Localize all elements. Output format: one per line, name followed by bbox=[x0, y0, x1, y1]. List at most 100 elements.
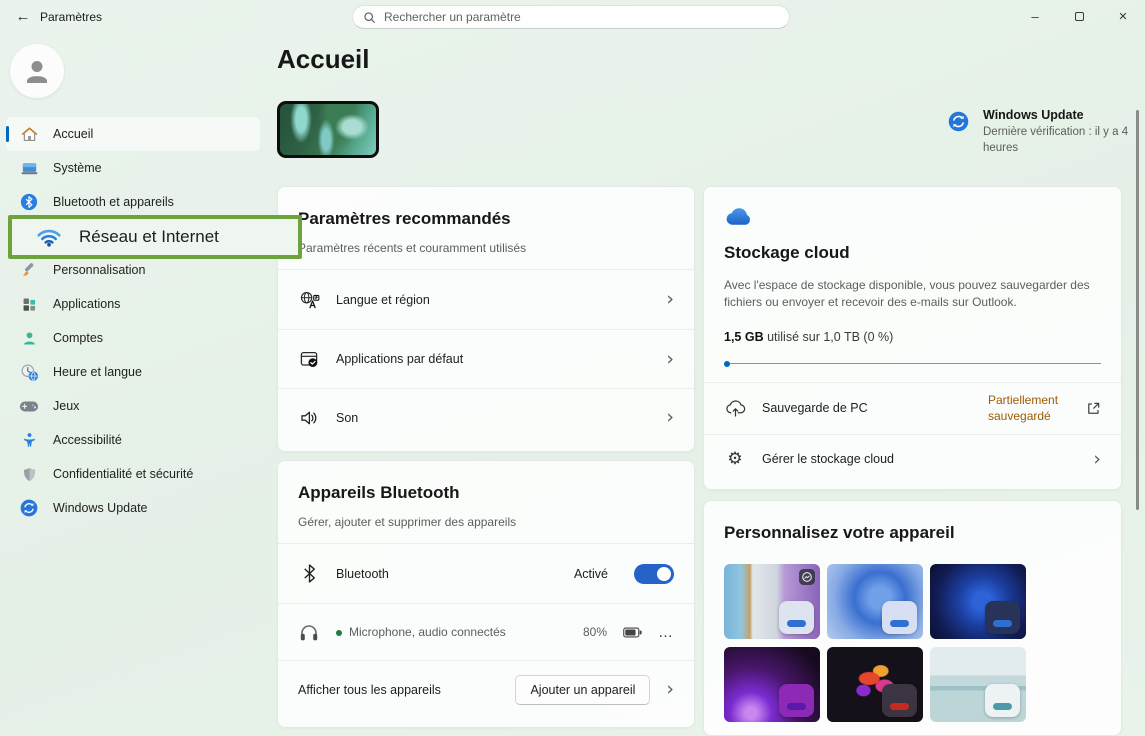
sound-icon bbox=[298, 407, 320, 429]
search-input[interactable] bbox=[384, 10, 779, 24]
sidebar-item-heure-et-langue[interactable]: Heure et langue bbox=[6, 355, 260, 389]
sidebar-item-comptes[interactable]: Comptes bbox=[6, 321, 260, 355]
headphones-icon bbox=[298, 621, 320, 643]
windows-update-icon bbox=[19, 498, 39, 518]
theme-thumbnail-light-landscape[interactable] bbox=[930, 647, 1026, 722]
home-icon bbox=[19, 124, 39, 144]
close-button[interactable]: × bbox=[1101, 0, 1145, 32]
accent-pill bbox=[787, 620, 806, 627]
minimize-button[interactable]: – bbox=[1013, 0, 1057, 32]
connected-status-dot bbox=[336, 630, 342, 636]
pc-backup-row[interactable]: Sauvegarde de PC Partiellement sauvegard… bbox=[704, 382, 1121, 434]
battery-icon bbox=[623, 627, 642, 638]
theme-thumbnail-bloom-dark[interactable] bbox=[930, 564, 1026, 639]
theme-thumbnail-spotlight-blossom[interactable] bbox=[724, 564, 820, 639]
device-wallpaper-thumbnail bbox=[277, 101, 379, 158]
accent-pill bbox=[890, 703, 909, 710]
apps-icon bbox=[19, 294, 39, 314]
cloud-description: Avec l'espace de stockage disponible, vo… bbox=[724, 277, 1106, 312]
sidebar-item-windows-update[interactable]: Windows Update bbox=[6, 491, 260, 525]
bluetooth-toggle[interactable] bbox=[634, 564, 674, 584]
update-status-title: Windows Update bbox=[983, 108, 1133, 122]
sidebar-item-confidentialite-et-securite[interactable]: Confidentialité et sécurité bbox=[6, 457, 260, 491]
bluetooth-icon bbox=[298, 563, 320, 585]
sidebar-item-applications[interactable]: Applications bbox=[6, 287, 260, 321]
person-icon bbox=[22, 56, 52, 86]
cloud-icon bbox=[724, 207, 1101, 227]
theme-grid bbox=[724, 564, 1026, 722]
windows-update-icon bbox=[948, 111, 969, 156]
accent-pill bbox=[890, 620, 909, 627]
sidebar-item-accueil[interactable]: Accueil bbox=[6, 117, 260, 151]
annotation-label: Réseau et Internet bbox=[79, 227, 219, 247]
accent-pill bbox=[993, 620, 1012, 627]
windows-update-status[interactable]: Windows Update Dernière vérification : i… bbox=[948, 108, 1134, 156]
theme-thumbnail-purple-glow[interactable] bbox=[724, 647, 820, 722]
accent-pill bbox=[993, 703, 1012, 710]
chevron-right-icon: › bbox=[666, 408, 674, 427]
bluetooth-icon bbox=[19, 192, 39, 212]
theme-preview-card bbox=[779, 601, 814, 634]
personalize-device-card: Personnalisez votre appareil bbox=[703, 500, 1122, 736]
sidebar-item-systeme[interactable]: Système bbox=[6, 151, 260, 185]
storage-progress-bar bbox=[724, 361, 1103, 367]
show-all-devices-link[interactable]: Afficher tous les appareils bbox=[298, 683, 499, 697]
chevron-right-icon: › bbox=[666, 290, 674, 309]
devices-footer-row: Afficher tous les appareils Ajouter un a… bbox=[278, 660, 694, 718]
search-box[interactable] bbox=[352, 5, 790, 29]
storage-usage: 1,5 GB utilisé sur 1,0 TB (0 %) bbox=[724, 330, 1101, 344]
vertical-scrollbar[interactable] bbox=[1136, 110, 1139, 510]
sidebar-item-bluetooth-et-appareils[interactable]: Bluetooth et appareils bbox=[6, 185, 260, 219]
bluetooth-devices-card: Appareils Bluetooth Gérer, ajouter et su… bbox=[277, 460, 695, 728]
toggle-state-label: Activé bbox=[574, 567, 608, 581]
chevron-right-icon: › bbox=[666, 350, 674, 369]
avatar[interactable] bbox=[10, 44, 64, 98]
system-icon bbox=[19, 158, 39, 178]
sidebar-nav: Accueil Système Bluetooth et appareils R… bbox=[6, 117, 260, 525]
titlebar: ← Paramètres – × bbox=[0, 0, 1145, 32]
card-subtitle: Paramètres récents et couramment utilisé… bbox=[298, 241, 674, 255]
settings-row-son[interactable]: Son › bbox=[278, 388, 694, 446]
connected-device-row[interactable]: Microphone, audio connectés 80% … bbox=[278, 603, 694, 660]
recommended-settings-card: Paramètres recommandés Paramètres récent… bbox=[277, 186, 695, 452]
settings-row-applications-par-defaut[interactable]: Applications par défaut › bbox=[278, 329, 694, 388]
shield-icon bbox=[19, 464, 39, 484]
maximize-button[interactable] bbox=[1057, 0, 1101, 32]
back-button[interactable]: ← bbox=[8, 2, 38, 30]
card-title: Paramètres recommandés bbox=[298, 209, 674, 229]
accessibility-icon bbox=[19, 430, 39, 450]
settings-row-langue-et-region[interactable]: Langue et région › bbox=[278, 269, 694, 329]
chevron-right-icon: › bbox=[1093, 450, 1101, 469]
card-title: Appareils Bluetooth bbox=[298, 483, 674, 503]
gear-icon: ⚙ bbox=[724, 448, 746, 470]
sidebar-item-accessibilite[interactable]: Accessibilité bbox=[6, 423, 260, 457]
theme-preview-card bbox=[882, 684, 917, 717]
settings-window: ← Paramètres – × Accueil Système B bbox=[0, 0, 1145, 736]
accounts-icon bbox=[19, 328, 39, 348]
update-status-detail: Dernière vérification : il y a 4 heures bbox=[983, 125, 1133, 156]
external-link-icon bbox=[1086, 401, 1101, 416]
language-region-icon bbox=[298, 289, 320, 311]
wifi-icon bbox=[36, 228, 62, 247]
card-title: Stockage cloud bbox=[724, 243, 1101, 263]
backup-status-text: Partiellement sauvegardé bbox=[988, 392, 1070, 424]
theme-thumbnail-dark-flower[interactable] bbox=[827, 647, 923, 722]
cloud-storage-card: Stockage cloud Avec l'espace de stockage… bbox=[703, 186, 1122, 490]
theme-preview-card bbox=[985, 601, 1020, 634]
annotation-highlight-reseau-et-internet[interactable]: Réseau et Internet bbox=[8, 215, 302, 259]
add-device-button[interactable]: Ajouter un appareil bbox=[515, 675, 650, 705]
maximize-icon bbox=[1075, 12, 1084, 21]
sidebar-item-jeux[interactable]: Jeux bbox=[6, 389, 260, 423]
more-options-button[interactable]: … bbox=[658, 624, 674, 641]
accent-pill bbox=[787, 703, 806, 710]
spotlight-icon bbox=[799, 569, 815, 585]
gamepad-icon bbox=[19, 396, 39, 416]
card-title: Personnalisez votre appareil bbox=[724, 523, 1101, 543]
app-title: Paramètres bbox=[40, 10, 102, 24]
page-title: Accueil bbox=[277, 44, 370, 75]
theme-thumbnail-bloom-light[interactable] bbox=[827, 564, 923, 639]
manage-cloud-storage-row[interactable]: ⚙ Gérer le stockage cloud › bbox=[704, 434, 1121, 484]
time-language-icon bbox=[19, 362, 39, 382]
theme-preview-card bbox=[985, 684, 1020, 717]
back-arrow-icon: ← bbox=[16, 8, 31, 25]
